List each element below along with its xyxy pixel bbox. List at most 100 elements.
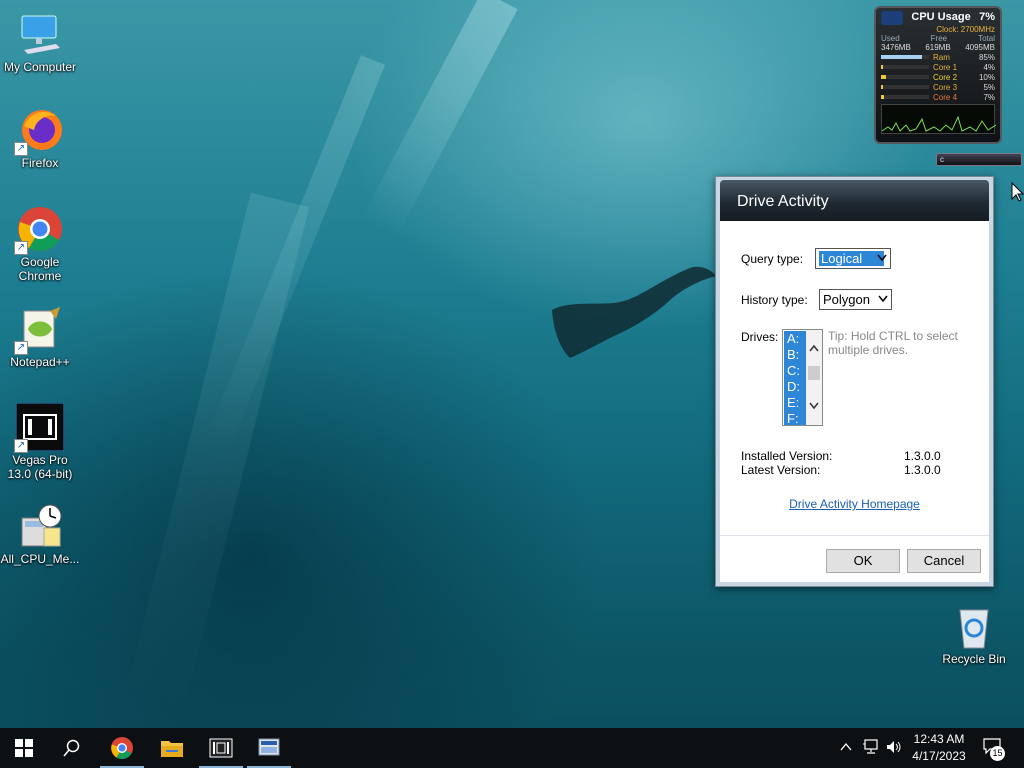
cancel-button[interactable]: Cancel (907, 549, 981, 573)
homepage-link[interactable]: Drive Activity Homepage (720, 497, 989, 511)
installed-version-value: 1.3.0.0 (904, 449, 941, 463)
drive-item-b[interactable]: B: (784, 347, 806, 363)
vegas-taskbar-button[interactable] (197, 728, 245, 768)
cpu-chip-icon (881, 11, 903, 25)
history-type-select[interactable]: Polygon (819, 289, 892, 310)
query-type-label: Query type: (741, 252, 804, 266)
notification-count-badge: 15 (990, 746, 1005, 761)
desktop-icon-label: Google Chrome (18, 255, 62, 283)
shortcut-arrow-icon: ↗ (14, 341, 28, 355)
vegas-pro-icon (209, 738, 233, 758)
usage-bar (881, 65, 929, 69)
shortcut-arrow-icon: ↗ (14, 142, 28, 156)
gadget-row-core2: Core 2 10% (881, 72, 995, 82)
clock-date[interactable]: 4/17/2023 (904, 749, 974, 763)
row-value: 4% (983, 62, 995, 72)
desktop-icon-label: My Computer (3, 60, 77, 74)
mem-header-total: Total (978, 34, 995, 43)
drives-label: Drives: (741, 330, 779, 344)
cpu-meter-gadget[interactable]: CPU Usage 7% Clock: 2700MHz Used Free To… (874, 6, 1002, 144)
row-value: 7% (983, 92, 995, 102)
desktop-icon-my-computer[interactable]: My Computer (0, 10, 80, 74)
desktop-icon-recycle-bin[interactable]: Recycle Bin (934, 602, 1014, 666)
desktop-icon-label: Vegas Pro 13.0 (64-bit) (7, 453, 73, 481)
cpu-meter-icon (258, 738, 280, 756)
desktop-icon-all-cpu-meter[interactable]: All_CPU_Me... (0, 502, 80, 566)
drive-item-d[interactable]: D: (784, 379, 806, 395)
gadget-slider-bar[interactable]: c (936, 153, 1022, 166)
row-value: 5% (983, 82, 995, 92)
dialog-body: Query type: Logical History type: Polygo… (720, 221, 989, 582)
start-button[interactable] (0, 728, 48, 768)
taskbar: 12:43 AM 4/17/2023 15 (0, 728, 1024, 768)
folder-icon (161, 741, 183, 757)
volume-icon[interactable] (886, 740, 902, 754)
mem-total-value: 4095MB (965, 43, 995, 52)
chevron-up-icon[interactable] (840, 741, 852, 753)
drive-activity-dialog[interactable]: Drive Activity Query type: Logical Histo… (715, 176, 994, 587)
dialog-titlebar[interactable]: Drive Activity (720, 180, 989, 221)
chrome-icon: ↗ (14, 205, 64, 255)
swimmer-silhouette (552, 266, 716, 358)
gadget-percent: 7% (979, 11, 995, 23)
drives-tip-text: Tip: Hold CTRL to select multiple drives… (828, 329, 958, 357)
notification-center-button[interactable]: 15 (982, 737, 1006, 761)
usage-bar (881, 95, 929, 99)
scroll-up-icon[interactable] (809, 344, 819, 352)
desktop-icon-firefox[interactable]: ↗ Firefox (0, 106, 80, 170)
recycle-bin-icon (950, 602, 998, 650)
query-type-value: Logical (819, 251, 885, 266)
query-type-select[interactable]: Logical (815, 248, 891, 269)
firefox-icon: ↗ (14, 106, 64, 156)
row-name: Ram (933, 52, 950, 62)
row-value: 10% (978, 72, 995, 82)
light-ray (360, 0, 518, 239)
search-icon (63, 739, 80, 757)
row-name: Core 3 (933, 82, 958, 92)
row-name: Core 2 (933, 72, 958, 82)
drives-scrollbar[interactable] (806, 330, 822, 425)
clock-time[interactable]: 12:43 AM (904, 732, 974, 746)
cpu-meter-taskbar-button[interactable] (245, 728, 293, 768)
gadget-row-core3: Core 3 5% (881, 82, 995, 92)
desktop-icon-vegas-pro[interactable]: ↗ Vegas Pro 13.0 (64-bit) (0, 402, 80, 481)
desktop-icon-label: All_CPU_Me... (0, 552, 80, 566)
chrome-taskbar-button[interactable] (98, 728, 146, 768)
chevron-down-icon (877, 254, 887, 262)
desktop-icon-notepad-plus-plus[interactable]: ↗ Notepad++ (0, 305, 80, 369)
latest-version-value: 1.3.0.0 (904, 463, 941, 477)
light-ray (125, 192, 310, 712)
drives-listbox[interactable]: A: B: C: D: E: F: (782, 329, 823, 426)
history-type-label: History type: (741, 293, 808, 307)
mem-used-value: 3476MB (881, 43, 911, 52)
drive-item-a[interactable]: A: (784, 331, 806, 347)
row-value: 85% (978, 52, 995, 62)
notepadpp-icon: ↗ (14, 305, 64, 355)
drive-item-e[interactable]: E: (784, 395, 806, 411)
mouse-cursor-icon (1011, 182, 1024, 202)
shortcut-arrow-icon: ↗ (14, 439, 28, 453)
network-icon[interactable] (862, 739, 880, 755)
desktop-icon-label: Recycle Bin (942, 652, 1006, 666)
usage-bar (881, 55, 929, 59)
search-button[interactable] (48, 728, 96, 768)
drive-items: A: B: C: D: E: F: (784, 331, 806, 425)
gadget-clock: Clock: 2700MHz (936, 25, 995, 34)
windows-logo-icon (15, 739, 33, 757)
scrollbar-thumb[interactable] (808, 366, 820, 380)
drive-item-c[interactable]: C: (784, 363, 806, 379)
installed-version-label: Installed Version: (741, 449, 833, 463)
gadget-mem-headers: Used Free Total (881, 34, 995, 43)
file-explorer-taskbar-button[interactable] (148, 728, 196, 768)
desktop-icon-google-chrome[interactable]: ↗ Google Chrome (0, 205, 80, 283)
drive-item-f[interactable]: F: (784, 411, 806, 425)
chevron-down-icon (878, 295, 888, 303)
usage-bar (881, 85, 929, 89)
scroll-down-icon[interactable] (809, 402, 819, 410)
cpu-history-graph (881, 104, 997, 134)
usage-bar (881, 75, 929, 79)
ok-button[interactable]: OK (826, 549, 900, 573)
gadget-row-ram: Ram 85% (881, 52, 995, 62)
mem-header-used: Used (881, 34, 900, 43)
desktop-icon-label: Firefox (21, 156, 59, 170)
